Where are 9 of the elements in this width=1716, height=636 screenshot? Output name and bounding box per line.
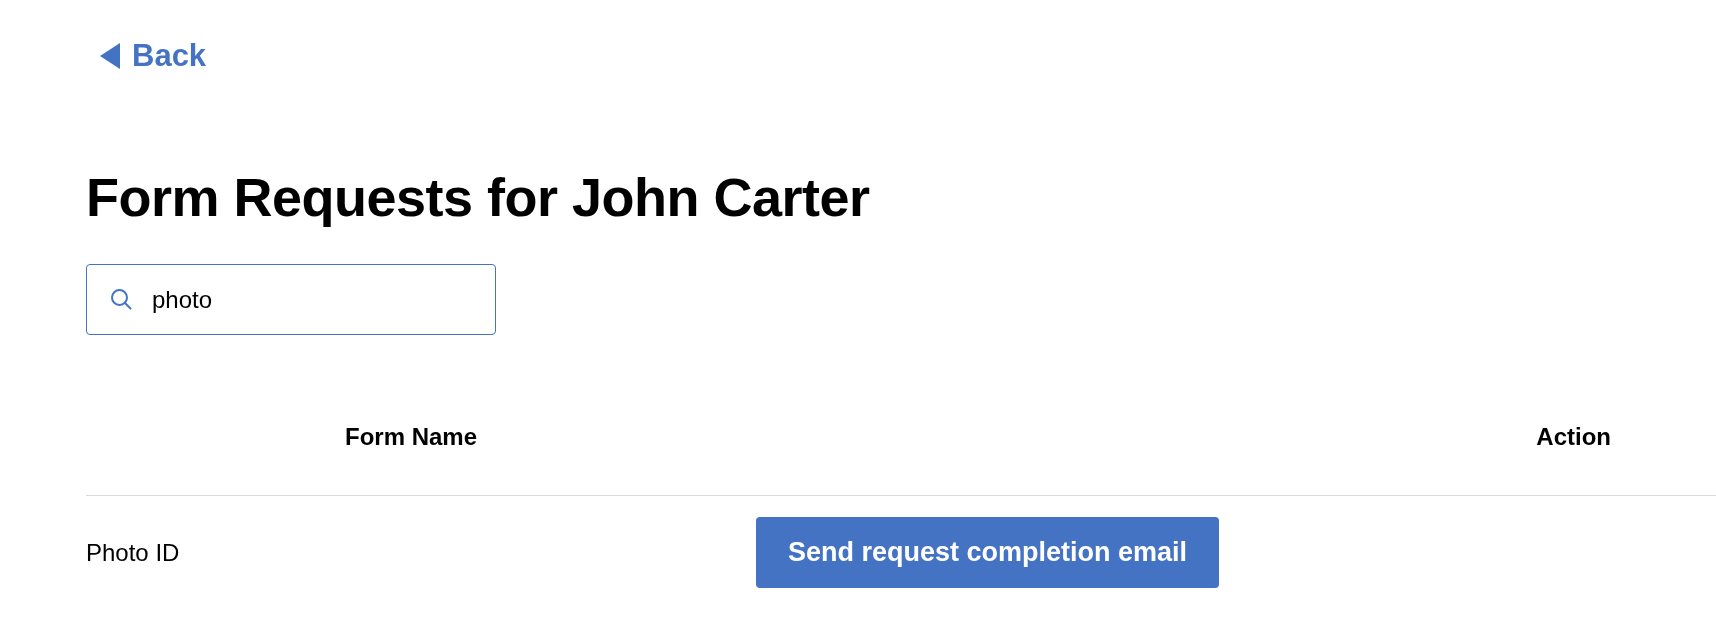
table-cell-text: Photo ID — [86, 538, 181, 567]
search-icon — [110, 288, 132, 310]
back-triangle-icon — [100, 43, 120, 69]
page-title: Form Requests for John Carter — [86, 167, 871, 227]
column-header: Form Name — [344, 422, 477, 452]
search-field[interactable]: photo — [86, 264, 496, 335]
send-email-button[interactable]: Send request completion email — [756, 517, 1220, 588]
back-link[interactable]: Back — [100, 36, 207, 76]
column-header: Action — [1536, 422, 1611, 452]
